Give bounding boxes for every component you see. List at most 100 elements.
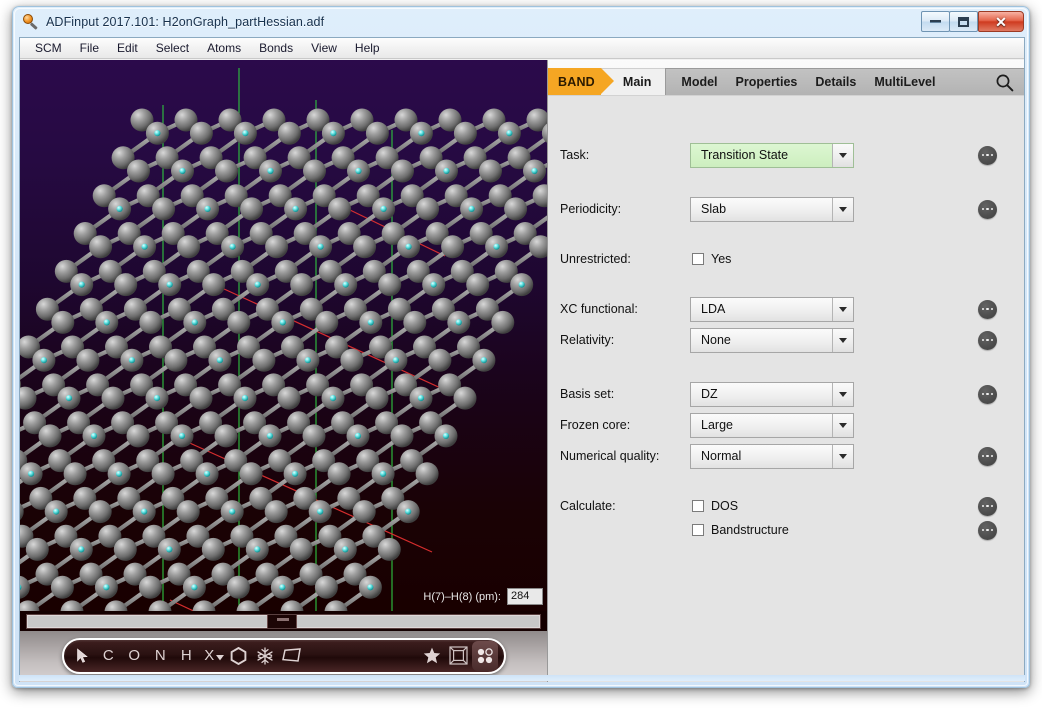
application-window: ADFinput 2017.101: H2onGraph_partHessian… <box>12 6 1030 688</box>
molecule-3d-view[interactable]: H(7)–H(8) (pm): 284 <box>20 60 547 611</box>
letter-x-label: X <box>204 647 215 664</box>
ring-tool[interactable] <box>226 641 252 671</box>
magnifier-icon <box>23 14 39 30</box>
oxygen-tool[interactable]: O <box>122 641 148 671</box>
distance-label: H(7)–H(8) (pm): <box>423 590 501 603</box>
plane-tool[interactable] <box>278 641 305 671</box>
periodicity-dropdown[interactable]: Slab <box>690 196 854 222</box>
graphene-lattice-render <box>20 68 547 611</box>
carbon-tool[interactable]: C <box>96 641 122 671</box>
tab-multilevel[interactable]: MultiLevel <box>867 73 942 91</box>
form-row-numerical-quality: Numerical quality: Normal <box>548 443 1024 469</box>
nitrogen-tool[interactable]: N <box>148 641 174 671</box>
bandstructure-checkbox-label: Bandstructure <box>711 523 789 537</box>
numerical-quality-value: Normal <box>701 449 742 463</box>
atom-grid-tool[interactable] <box>471 640 498 671</box>
task-label: Task: <box>560 148 590 162</box>
minimize-button[interactable] <box>921 11 950 32</box>
tab-properties[interactable]: Properties <box>729 73 805 91</box>
chevron-down-icon[interactable] <box>832 143 853 167</box>
search-icon <box>995 74 1014 96</box>
chevron-down-icon[interactable] <box>832 328 853 352</box>
menu-item-atoms[interactable]: Atoms <box>198 39 250 57</box>
tab-band-program[interactable]: BAND <box>548 68 614 95</box>
menu-item-bonds[interactable]: Bonds <box>250 39 302 57</box>
close-icon: ✕ <box>995 13 1007 30</box>
frozen-core-dropdown[interactable]: Large <box>690 412 854 438</box>
form-row-frozen-core: Frozen core: Large <box>548 412 1024 438</box>
relativity-dropdown[interactable]: None <box>690 327 854 353</box>
frame-slider-track[interactable] <box>26 613 541 629</box>
title-bar[interactable]: ADFinput 2017.101: H2onGraph_partHessian… <box>13 7 1029 37</box>
bandstructure-checkbox-group[interactable]: Bandstructure <box>692 523 789 537</box>
chevron-down-icon[interactable] <box>832 444 853 468</box>
menu-item-select[interactable]: Select <box>147 39 198 57</box>
frozen-core-value: Large <box>701 418 733 432</box>
chevron-down-icon[interactable] <box>832 297 853 321</box>
star-icon <box>423 647 441 664</box>
crystal-tool[interactable] <box>252 641 278 671</box>
bandstructure-details-button[interactable] <box>978 520 997 540</box>
frame-slider-thumb[interactable] <box>267 614 298 628</box>
xc-functional-label: XC functional: <box>560 302 638 316</box>
dos-details-button[interactable] <box>978 496 997 516</box>
unit-cell-tool[interactable] <box>445 641 472 671</box>
dos-checkbox[interactable] <box>692 500 704 512</box>
menu-item-scm[interactable]: SCM <box>26 39 71 57</box>
xc-functional-details-button[interactable] <box>978 299 997 319</box>
unrestricted-checkbox[interactable] <box>692 253 704 265</box>
basis-set-value: DZ <box>701 387 718 401</box>
basis-set-details-button[interactable] <box>978 384 997 404</box>
maximize-icon <box>958 16 969 27</box>
atoms-and-bonds <box>20 108 547 611</box>
xc-functional-dropdown[interactable]: LDA <box>690 296 854 322</box>
dos-checkbox-label: DOS <box>711 499 739 513</box>
settings-form: Task: Transition State Periodicity: Slab… <box>548 95 1024 682</box>
search-button[interactable] <box>995 73 1014 92</box>
menu-item-edit[interactable]: Edit <box>108 39 147 57</box>
unrestricted-label: Unrestricted: <box>560 252 631 266</box>
numerical-quality-dropdown[interactable]: Normal <box>690 443 854 469</box>
menu-item-help[interactable]: Help <box>346 39 389 57</box>
numerical-quality-label: Numerical quality: <box>560 449 660 463</box>
task-details-button[interactable] <box>978 145 997 165</box>
other-element-tool[interactable]: X <box>200 641 226 671</box>
bandstructure-checkbox[interactable] <box>692 524 704 536</box>
numerical-quality-details-button[interactable] <box>978 446 997 466</box>
relativity-details-button[interactable] <box>978 330 997 350</box>
window-controls: ✕ <box>921 11 1024 32</box>
cube-box-icon <box>448 646 468 665</box>
relativity-label: Relativity: <box>560 333 615 347</box>
window-bottom-strip <box>19 675 1025 681</box>
dos-checkbox-group[interactable]: DOS <box>692 499 738 513</box>
tab-details[interactable]: Details <box>808 73 863 91</box>
window-title: ADFinput 2017.101: H2onGraph_partHessian… <box>46 15 325 29</box>
calculate-label: Calculate: <box>560 499 616 513</box>
molecule-edit-toolbar: C O N H X <box>61 637 506 674</box>
tab-model[interactable]: Model <box>674 73 724 91</box>
chevron-down-icon[interactable] <box>832 413 853 437</box>
xc-functional-value: LDA <box>701 302 726 316</box>
select-arrow-tool[interactable] <box>70 641 96 671</box>
molecule-viewer-column: H(7)–H(8) (pm): 284 C O N H X <box>20 60 548 682</box>
form-row-basis-set: Basis set: DZ <box>548 381 1024 407</box>
chevron-down-icon[interactable] <box>832 197 853 221</box>
distance-value-field[interactable]: 284 <box>507 588 543 605</box>
chevron-down-icon[interactable] <box>832 382 853 406</box>
basis-set-dropdown[interactable]: DZ <box>690 381 854 407</box>
hydrogen-tool[interactable]: H <box>174 641 200 671</box>
favorites-tool[interactable] <box>419 641 445 671</box>
menu-item-file[interactable]: File <box>71 39 108 57</box>
relativity-value: None <box>701 333 731 347</box>
menu-item-view[interactable]: View <box>302 39 346 57</box>
close-button[interactable]: ✕ <box>978 11 1024 32</box>
maximize-button[interactable] <box>949 11 978 32</box>
form-row-calculate-bandstructure: Bandstructure <box>548 517 1024 543</box>
distance-readout: H(7)–H(8) (pm): 284 <box>423 588 543 605</box>
task-dropdown[interactable]: Transition State <box>690 142 854 168</box>
unrestricted-checkbox-group[interactable]: Yes <box>692 252 731 266</box>
form-row-calculate-dos: Calculate: DOS <box>548 493 1024 519</box>
periodicity-details-button[interactable] <box>978 199 997 219</box>
cursor-arrow-icon <box>76 647 89 664</box>
main-split: H(7)–H(8) (pm): 284 C O N H X BAND Main … <box>20 60 1024 682</box>
